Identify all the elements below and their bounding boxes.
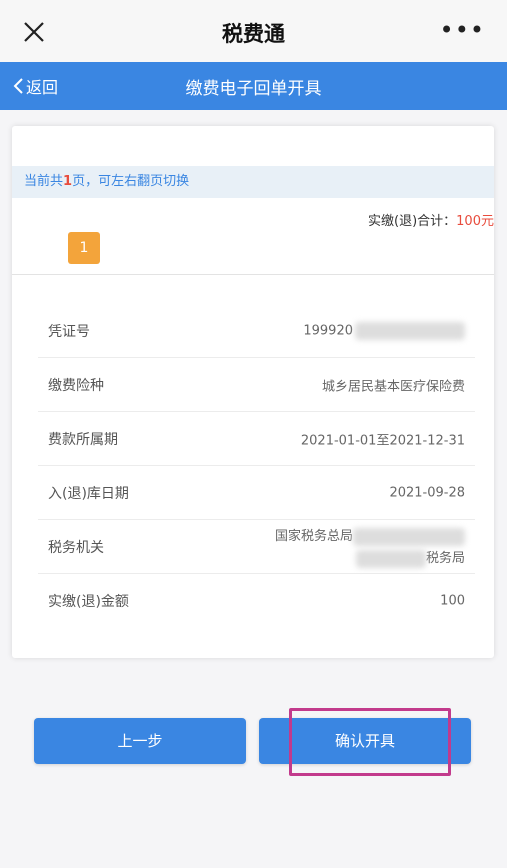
detail-label: 凭证号 [48, 323, 90, 340]
detail-value: 199920 [303, 321, 465, 340]
app-title: 税费通 [222, 22, 285, 46]
detail-row-amount: 实缴(退)金额 100 [38, 574, 475, 628]
detail-row-tax-office: 税务机关 国家税务总局 税务局 [38, 520, 475, 574]
detail-value: 国家税务总局 税务局 [275, 526, 465, 570]
total-amount: 实缴(退)合计：100元 [368, 210, 494, 229]
total-value: 100 [456, 214, 481, 229]
prev-step-button[interactable]: 上一步 [34, 718, 246, 764]
total-label: 实缴(退)合计： [368, 214, 457, 229]
total-unit: 元 [480, 214, 494, 229]
tax-office-line1: 国家税务总局 [274, 529, 353, 544]
detail-label: 税务机关 [48, 539, 104, 556]
detail-value: 2021-09-28 [389, 485, 465, 500]
detail-value: 2021-01-01至2021-12-31 [300, 433, 465, 448]
redacted-mask [353, 527, 465, 546]
detail-label: 费款所属期 [48, 431, 118, 448]
detail-label: 缴费险种 [48, 377, 104, 394]
page-title: 缴费电子回单开具 [185, 79, 322, 99]
receipt-details: 凭证号 199920 缴费险种 城乡居民基本医疗保险费 费款所属期 2021-0… [38, 304, 475, 628]
app-title-bar: 税费通 ••• [0, 0, 507, 62]
page-hint-suffix: 页，可左右翻页切换 [72, 174, 190, 189]
detail-row-voucher: 凭证号 199920 [38, 304, 475, 358]
detail-value: 100 [440, 593, 465, 609]
detail-label: 实缴(退)金额 [48, 594, 129, 610]
more-icon[interactable]: ••• [440, 18, 485, 42]
page-hint-prefix: 当前共 [24, 174, 64, 189]
detail-row-insurance: 缴费险种 城乡居民基本医疗保险费 [38, 358, 475, 412]
redacted-mask [355, 321, 465, 340]
tax-office-line2: 税务局 [425, 551, 465, 566]
page-tab-1[interactable]: 1 [68, 232, 100, 264]
page-hint-count: 1 [63, 174, 73, 189]
detail-row-date: 入(退)库日期 2021-09-28 [38, 466, 475, 520]
detail-row-period: 费款所属期 2021-01-01至2021-12-31 [38, 412, 475, 466]
nav-bar: 返回 缴费电子回单开具 [0, 62, 507, 110]
voucher-number: 199920 [303, 323, 353, 338]
divider [12, 274, 494, 275]
confirm-issue-button[interactable]: 确认开具 [259, 718, 471, 764]
receipt-card: 当前共1页，可左右翻页切换 实缴(退)合计：100元 1 凭证号 199920 … [12, 126, 494, 658]
redacted-mask [355, 549, 426, 568]
detail-label: 入(退)库日期 [48, 485, 129, 502]
page-hint: 当前共1页，可左右翻页切换 [12, 166, 494, 198]
detail-value: 城乡居民基本医疗保险费 [321, 379, 465, 394]
